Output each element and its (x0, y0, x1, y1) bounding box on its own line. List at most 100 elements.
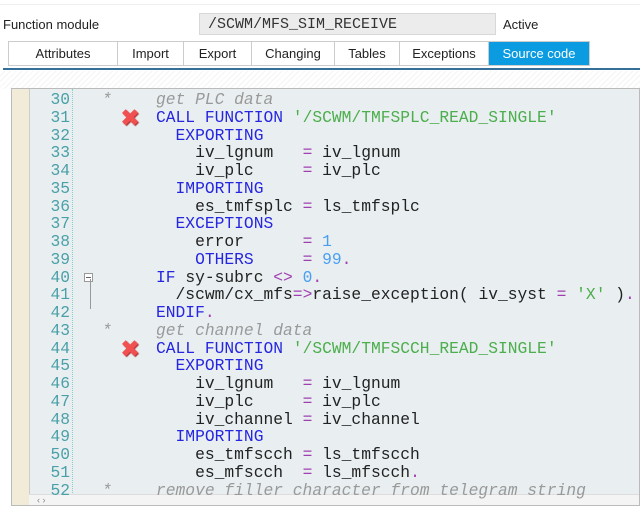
token-op: . (410, 462, 420, 482)
token-kw: EXPORTING (156, 125, 264, 145)
code-line[interactable]: 36 es_tmfsplc = ls_tmfsplc (12, 196, 639, 216)
code-line[interactable]: 41 /scwm/cx_mfs=>raise_exception( iv_sys… (12, 286, 639, 304)
code-text: IMPORTING (156, 427, 264, 447)
top-divider (0, 4, 640, 5)
token-id: /scwm/cx_mfs (156, 285, 293, 305)
token-id: es_mfscch (156, 462, 303, 482)
token-op: => (292, 285, 313, 305)
code-text: error = 1 (156, 233, 332, 251)
line-number: 32 (50, 125, 70, 145)
error-x-icon: ✖ (120, 103, 141, 132)
token-cm: remove filler character from telegram st… (156, 480, 586, 500)
code-line[interactable]: 33 iv_lgnum = iv_lgnum (12, 144, 639, 162)
code-line[interactable]: 32 EXPORTING (12, 125, 639, 145)
code-line[interactable]: 51 es_mfscch = ls_mfscch. (12, 462, 639, 482)
code-line[interactable]: 52 * remove filler character from telegram… (12, 480, 639, 500)
token-op: = (302, 196, 313, 216)
line-number: 33 (50, 143, 70, 163)
code-line[interactable]: 46 iv_lgnum = iv_lgnum (12, 375, 639, 393)
token-op: = (302, 462, 313, 482)
token-str: '/SCWM/TMFSPLC_READ_SINGLE' (292, 107, 557, 127)
code-text: CALL FUNCTION '/SCWM/TMFSPLC_READ_SINGLE… (156, 107, 557, 127)
token-id: es_tmfscch (156, 445, 303, 464)
token-kw: IMPORTING (156, 178, 264, 198)
line-number: 52 (50, 480, 70, 500)
tab-source-code[interactable]: Source code (489, 42, 590, 71)
line-number: 34 (50, 161, 70, 180)
code-line[interactable]: 49 IMPORTING (12, 428, 639, 446)
token-id: raise_exception( iv_syst (312, 285, 557, 305)
token-cm: get channel data (156, 320, 313, 340)
code-text: OTHERS = 99. (156, 249, 352, 269)
token-op: . (312, 267, 323, 287)
line-number: 48 (50, 409, 70, 429)
function-module-field[interactable]: /SCWM/MFS_SIM_RECEIVE (199, 13, 496, 35)
line-number: 46 (50, 374, 70, 393)
token-op: = (302, 143, 313, 163)
token-id: iv_plc (312, 161, 381, 180)
line-number: 44 (50, 338, 70, 358)
tab-changing[interactable]: Changing (252, 42, 335, 65)
line-number: 42 (50, 303, 70, 322)
token-id: iv_plc (156, 391, 303, 411)
code-line[interactable]: 37 EXCEPTIONS (12, 215, 639, 233)
tab-strip: Attributes Import Export Changing Tables Exce… (8, 41, 590, 71)
token-kw: EXPORTING (156, 356, 264, 376)
line-number: 43 (50, 320, 70, 340)
code-line[interactable]: 45 EXPORTING (12, 357, 639, 375)
code-line[interactable]: 43 * get channel data (12, 320, 639, 340)
token-op: = (556, 285, 567, 305)
collapse-icon[interactable] (84, 272, 93, 282)
tab-tables[interactable]: Tables (335, 42, 400, 65)
tab-attributes[interactable]: Attributes (9, 42, 118, 65)
code-text: es_tmfsplc = ls_tmfsplc (156, 196, 420, 216)
token-op: = (302, 409, 313, 429)
code-line[interactable]: 31 ✖ CALL FUNCTION '/SCWM/TMFSPLC_READ_SIN… (12, 103, 639, 132)
line-number: 38 (50, 232, 70, 251)
code-line[interactable]: 39 OTHERS = 99. (12, 249, 639, 269)
token-id: iv_lgnum (312, 374, 401, 393)
code-line[interactable]: 35 IMPORTING (12, 178, 639, 198)
line-number: 39 (50, 249, 70, 269)
code-text: get PLC data (156, 91, 273, 109)
token-id: ls_tmfscch (312, 445, 420, 464)
code-editor[interactable]: ‹ › 30 * get PLC data 31 ✖ CALL FUNCTION '/SC… (11, 88, 640, 506)
code-text: remove filler character from telegram st… (156, 480, 586, 500)
code-text: EXCEPTIONS (156, 214, 274, 234)
code-text: iv_lgnum = iv_lgnum (156, 375, 400, 393)
token-op: = (302, 391, 313, 411)
line-number: 47 (50, 391, 70, 411)
function-module-label: Function module (3, 17, 100, 32)
token-op: . (625, 285, 635, 305)
token-id: error (156, 232, 303, 251)
code-line[interactable]: 40 IF sy-subrc <> 0. (12, 267, 639, 287)
code-line[interactable]: 48 iv_channel = iv_channel (12, 409, 639, 429)
tab-import[interactable]: Import (118, 42, 184, 65)
line-number: 31 (50, 107, 70, 127)
error-x-icon: ✖ (120, 334, 141, 363)
tab-export[interactable]: Export (184, 42, 252, 65)
code-line[interactable]: 47 iv_plc = iv_plc (12, 391, 639, 411)
code-line[interactable]: 50 es_tmfscch = ls_tmfscch (12, 446, 639, 464)
code-text: CALL FUNCTION '/SCWM/TMFSCCH_READ_SINGLE… (156, 338, 557, 358)
token-kw: IMPORTING (156, 427, 264, 447)
code-line[interactable]: 30 * get PLC data (12, 91, 639, 109)
comment-star: * (102, 480, 112, 500)
code-text: IMPORTING (156, 178, 264, 198)
tab-exceptions[interactable]: Exceptions (400, 42, 489, 65)
token-num: 99 (312, 249, 342, 269)
token-id: ) (605, 285, 626, 305)
token-op: . (341, 249, 352, 269)
token-op: = (302, 232, 313, 251)
token-id: iv_lgnum (156, 143, 303, 163)
code-line[interactable]: 42 ENDIF. (12, 304, 639, 322)
token-kw: CALL FUNCTION (156, 107, 293, 127)
code-text: es_mfscch = ls_mfscch. (156, 462, 420, 482)
token-kw: EXCEPTIONS (156, 214, 274, 234)
token-kw: ENDIF (156, 303, 205, 322)
code-text: get channel data (156, 320, 313, 340)
code-line[interactable]: 38 error = 1 (12, 233, 639, 251)
code-line[interactable]: 44 ✖ CALL FUNCTION '/SCWM/TMFSCCH_READ_SIN… (12, 334, 639, 363)
token-str: '/SCWM/TMFSCCH_READ_SINGLE' (292, 338, 557, 358)
code-line[interactable]: 34 iv_plc = iv_plc (12, 162, 639, 180)
